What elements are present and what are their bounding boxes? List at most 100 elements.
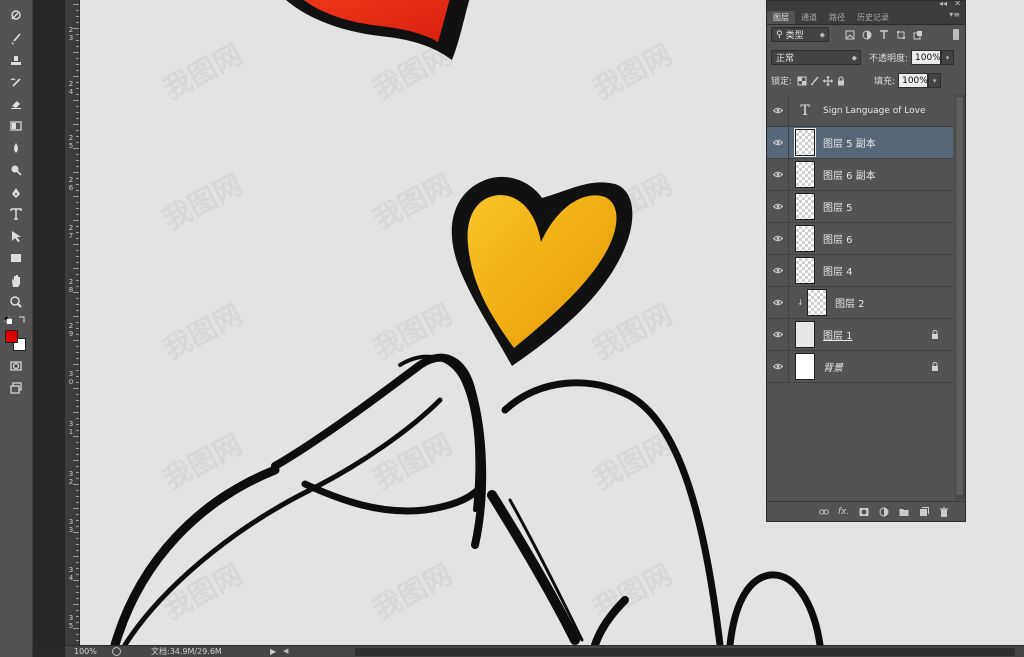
layer-row[interactable]: 图层 5	[767, 190, 953, 223]
close-panel-icon[interactable]: ✕	[954, 0, 961, 8]
filter-smart-object-icon[interactable]	[911, 28, 924, 41]
lock-transparent-icon[interactable]	[795, 74, 808, 87]
layer-name: 图层 6	[823, 235, 853, 246]
type-tool-icon[interactable]	[6, 205, 26, 223]
blend-row: 正常 ◆ 不透明度: 100% ▾	[771, 50, 961, 65]
mask-icon[interactable]	[856, 505, 871, 519]
visibility-eye-icon[interactable]	[767, 126, 789, 159]
ruler-tick	[76, 166, 79, 167]
status-info-icon[interactable]	[112, 647, 121, 656]
ruler-tick	[76, 142, 79, 143]
tools-panel	[0, 0, 33, 657]
lock-all-icon[interactable]	[834, 74, 847, 87]
visibility-eye-icon[interactable]	[767, 222, 789, 255]
panel-tabs: 图层 通道 路径 历史记录 ▾≡	[767, 9, 965, 25]
history-brush-icon[interactable]	[6, 74, 26, 92]
ruler-tick	[73, 196, 79, 197]
layer-row-clipped[interactable]: ↓ 图层 2	[767, 286, 953, 319]
visibility-eye-icon[interactable]	[767, 158, 789, 191]
ruler-tick	[76, 40, 79, 41]
layer-row[interactable]: 图层 6 副本	[767, 158, 953, 191]
visibility-eye-icon[interactable]	[767, 254, 789, 287]
zoom-level[interactable]: 100%	[65, 647, 107, 656]
opacity-input[interactable]: 100%	[911, 50, 942, 65]
opacity-dropdown-icon[interactable]: ▾	[941, 50, 955, 65]
ruler-tick	[76, 376, 79, 377]
status-menu-arrow-icon[interactable]: ▶	[270, 647, 276, 656]
lock-pixels-icon[interactable]	[808, 74, 821, 87]
ruler-tick	[73, 556, 79, 557]
eraser-tool-icon[interactable]	[6, 95, 26, 113]
new-layer-icon[interactable]	[916, 505, 931, 519]
screen-mode-icon[interactable]	[6, 379, 26, 397]
patch-tool-icon[interactable]	[6, 6, 26, 24]
path-selection-icon[interactable]	[6, 227, 26, 245]
layer-row-background[interactable]: 背景	[767, 350, 953, 383]
filter-shape-icon[interactable]	[894, 28, 907, 41]
layer-row-selected[interactable]: 图层 5 副本	[767, 126, 953, 159]
filter-type-icon[interactable]	[877, 28, 890, 41]
hand-tool-icon[interactable]	[6, 272, 26, 290]
visibility-eye-icon[interactable]	[767, 190, 789, 223]
ruler-tick	[76, 190, 79, 191]
collapse-panel-icon[interactable]: ◂◂	[939, 0, 947, 8]
trash-icon[interactable]	[936, 505, 951, 519]
ruler-number: 2	[68, 278, 74, 286]
visibility-eye-icon[interactable]	[767, 350, 789, 383]
layer-row[interactable]: 图层 6	[767, 222, 953, 255]
scrollbar-thumb[interactable]	[956, 97, 963, 495]
ruler-tick	[76, 214, 79, 215]
brush-tool-icon[interactable]	[6, 30, 26, 48]
layer-list-scrollbar[interactable]	[955, 95, 965, 500]
ruler-tick	[76, 466, 79, 467]
horizontal-scrollbar[interactable]	[355, 648, 1015, 656]
blur-tool-icon[interactable]	[6, 139, 26, 157]
stamp-tool-icon[interactable]	[6, 52, 26, 70]
visibility-eye-icon[interactable]	[767, 286, 789, 319]
filter-adjustment-icon[interactable]	[860, 28, 873, 41]
foreground-color-swatch[interactable]	[5, 330, 18, 343]
zoom-tool-icon[interactable]	[6, 293, 26, 311]
layer-row-text[interactable]: T Sign Language of Love	[767, 94, 953, 127]
folder-icon[interactable]	[896, 505, 911, 519]
ruler-tick	[76, 610, 79, 611]
dodge-tool-icon[interactable]	[6, 161, 26, 179]
adjustment-icon[interactable]	[876, 505, 891, 519]
ruler-tick	[76, 598, 79, 599]
layer-name: 图层 5 副本	[823, 139, 876, 150]
layer-row-locked[interactable]: 图层 1	[767, 318, 953, 351]
ruler-tick	[76, 286, 79, 287]
filter-pixel-icon[interactable]	[843, 28, 856, 41]
rectangle-tool-icon[interactable]	[6, 249, 26, 267]
fx-icon[interactable]: fx.	[836, 505, 851, 519]
default-colors-icon[interactable]	[3, 315, 13, 325]
lock-position-icon[interactable]	[821, 74, 834, 87]
panel-menu-icon[interactable]: ▾≡	[949, 10, 960, 19]
gradient-tool-icon[interactable]	[6, 117, 26, 135]
ruler-tick	[76, 592, 79, 593]
visibility-eye-icon[interactable]	[767, 94, 789, 127]
tab-history[interactable]: 历史记录	[851, 11, 895, 24]
photoshop-window: 23242526272829303132333435 我图网 我图网 我图网 我…	[0, 0, 1024, 657]
tab-channels[interactable]: 通道	[795, 11, 823, 24]
scroll-left-icon[interactable]: ◀	[283, 647, 288, 655]
ruler-tick	[73, 532, 79, 533]
swap-colors-icon[interactable]	[18, 315, 26, 323]
pen-tool-icon[interactable]	[6, 184, 26, 202]
link-icon[interactable]	[816, 505, 831, 519]
layer-row[interactable]: 图层 4	[767, 254, 953, 287]
tab-paths[interactable]: 路径	[823, 11, 851, 24]
visibility-eye-icon[interactable]	[767, 318, 789, 351]
ruler-tick	[76, 478, 79, 479]
ruler-tick	[73, 124, 79, 125]
fill-dropdown-icon[interactable]: ▾	[928, 73, 942, 88]
ruler-tick	[76, 334, 79, 335]
fill-input[interactable]: 100%	[898, 73, 929, 88]
ruler-tick	[76, 184, 79, 185]
tab-layers[interactable]: 图层	[767, 11, 795, 24]
blend-mode-dropdown[interactable]: 正常 ◆	[771, 50, 861, 65]
quick-mask-icon[interactable]	[6, 357, 26, 375]
ruler-tick	[76, 322, 79, 323]
filter-toggle-switch[interactable]	[953, 29, 959, 40]
filter-kind-dropdown[interactable]: ⚲ 类型 ◆	[771, 27, 829, 42]
